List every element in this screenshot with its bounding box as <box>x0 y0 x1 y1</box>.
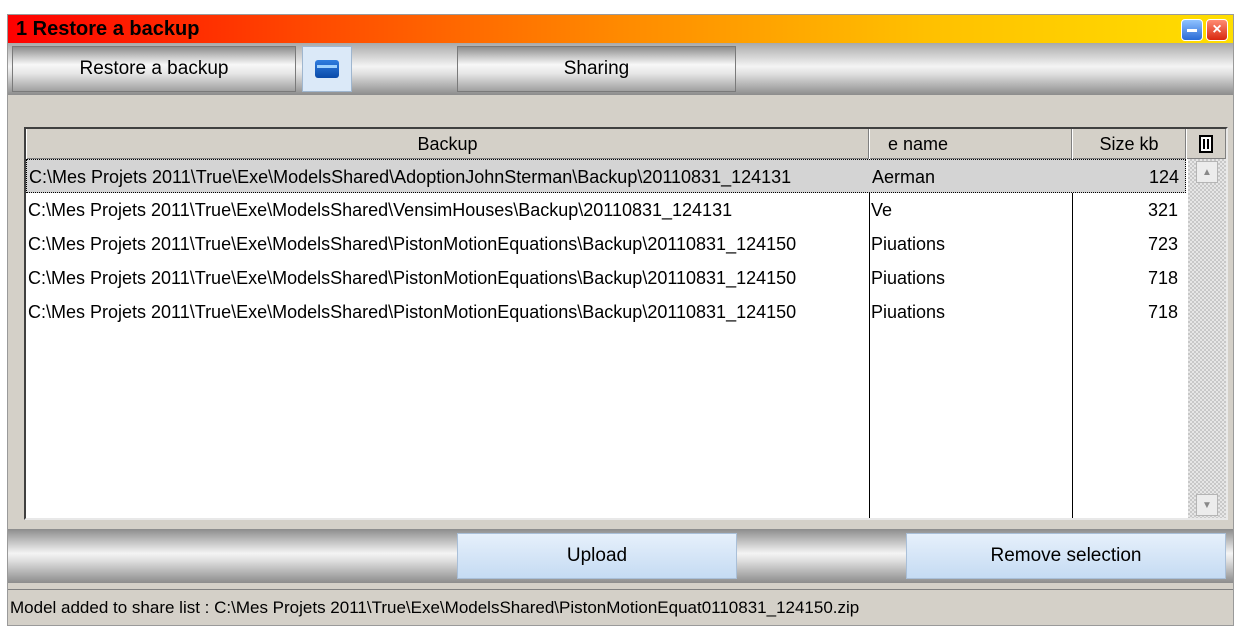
backup-list[interactable]: Backup e name Size kb C:\Mes Projets 201… <box>24 127 1228 520</box>
size-cell: 718 <box>1147 301 1178 322</box>
upload-button[interactable]: Upload <box>457 533 737 579</box>
list-header: Backup e name Size kb <box>26 129 1226 159</box>
size-cell: 723 <box>1147 233 1178 254</box>
action-bar: Upload Remove selection <box>8 529 1233 583</box>
minimize-icon <box>1187 29 1197 32</box>
scroll-down-button[interactable]: ▼ <box>1196 494 1218 516</box>
column-header-size[interactable]: Size kb <box>1072 129 1186 159</box>
arrow-down-icon: ▼ <box>1202 499 1212 511</box>
backup-path-cell: C:\Mes Projets 2011\True\Exe\ModelsShare… <box>28 233 797 254</box>
backup-path-cell: C:\Mes Projets 2011\True\Exe\ModelsShare… <box>28 267 797 288</box>
table-row[interactable]: C:\Mes Projets 2011\True\Exe\ModelsShare… <box>26 193 1186 227</box>
toolbar: Restore a backup Sharing <box>8 43 1233 95</box>
table-row[interactable]: C:\Mes Projets 2011\True\Exe\ModelsShare… <box>26 159 1186 193</box>
minimize-button[interactable] <box>1181 19 1203 41</box>
table-row[interactable]: C:\Mes Projets 2011\True\Exe\ModelsShare… <box>26 261 1186 295</box>
size-cell: 124 <box>1148 166 1179 187</box>
column-header-name[interactable]: e name <box>869 129 1072 159</box>
remove-selection-button[interactable]: Remove selection <box>906 533 1226 579</box>
status-text: Model added to share list : C:\Mes Proje… <box>10 598 860 617</box>
model-name-cell: Piuations <box>871 233 946 254</box>
model-name-cell: Piuations <box>871 301 946 322</box>
table-row[interactable]: C:\Mes Projets 2011\True\Exe\ModelsShare… <box>26 295 1186 329</box>
tab-restore-backup[interactable]: Restore a backup <box>12 46 296 92</box>
model-name-cell: Aerman <box>872 166 936 187</box>
arrow-up-icon: ▲ <box>1202 166 1212 178</box>
column-header-backup[interactable]: Backup <box>26 129 869 159</box>
folder-icon <box>315 60 339 78</box>
model-name-cell: Ve <box>871 199 893 220</box>
open-folder-button[interactable] <box>302 46 352 92</box>
trash-icon <box>1199 135 1213 153</box>
list-body: C:\Mes Projets 2011\True\Exe\ModelsShare… <box>26 159 1186 518</box>
window-title: 1 Restore a backup <box>16 18 200 40</box>
scroll-up-button[interactable]: ▲ <box>1196 161 1218 183</box>
close-button[interactable]: × <box>1206 19 1228 41</box>
restore-backup-window: 1 Restore a backup × Restore a backup Sh… <box>7 14 1234 626</box>
size-cell: 321 <box>1147 199 1178 220</box>
vertical-scrollbar[interactable]: ▲ ▼ <box>1188 159 1226 518</box>
backup-path-cell: C:\Mes Projets 2011\True\Exe\ModelsShare… <box>28 199 733 220</box>
backup-path-cell: C:\Mes Projets 2011\True\Exe\ModelsShare… <box>28 301 797 322</box>
size-cell: 718 <box>1147 267 1178 288</box>
backup-path-cell: C:\Mes Projets 2011\True\Exe\ModelsShare… <box>29 166 792 187</box>
tab-sharing[interactable]: Sharing <box>457 46 736 92</box>
title-bar[interactable]: 1 Restore a backup × <box>8 15 1233 43</box>
status-bar: Model added to share list : C:\Mes Proje… <box>8 589 1233 625</box>
model-name-cell: Piuations <box>871 267 946 288</box>
delete-column-button[interactable] <box>1186 129 1226 159</box>
table-row[interactable]: C:\Mes Projets 2011\True\Exe\ModelsShare… <box>26 227 1186 261</box>
